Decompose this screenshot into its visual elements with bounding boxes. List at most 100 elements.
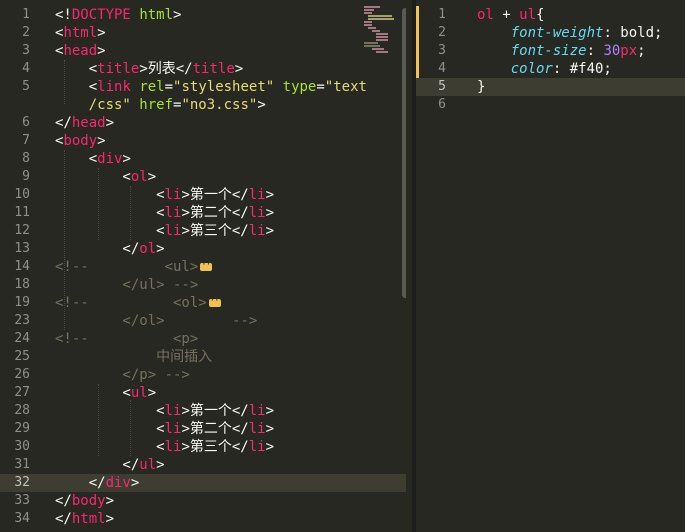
line-number: 18 bbox=[14, 277, 30, 292]
code-token: >第三个</ bbox=[181, 439, 249, 455]
code-token: </ bbox=[55, 493, 72, 509]
code-line[interactable]: <!-- <ul> bbox=[55, 256, 215, 276]
code-token: /css" bbox=[55, 97, 131, 113]
code-token: "no3.css" bbox=[181, 97, 258, 113]
code-token: < bbox=[55, 223, 165, 239]
code-line[interactable]: </ol> --> bbox=[55, 312, 257, 330]
code-line[interactable]: <body> bbox=[55, 132, 106, 150]
line-number: 6 bbox=[22, 115, 30, 130]
code-line[interactable]: </ul> --> bbox=[55, 276, 198, 294]
code-line[interactable]: <li>第一个</li> bbox=[55, 402, 274, 420]
code-line[interactable]: <li>第一个</li> bbox=[55, 186, 274, 204]
code-token: = bbox=[316, 79, 325, 95]
code-line[interactable]: <!DOCTYPE html> bbox=[55, 6, 181, 24]
left-editor-pane[interactable]: 1 2 3 4 5 6 7 8 9 10 11 12 13 14 18 19 23 24 25 26 27 28 29 30 3… bbox=[0, 0, 406, 532]
code-line[interactable]: </head> bbox=[55, 114, 114, 132]
code-token: > bbox=[265, 187, 275, 203]
code-token: } bbox=[477, 79, 486, 95]
code-token: > bbox=[234, 61, 244, 77]
code-line[interactable]: font-weight: bold; bbox=[477, 24, 663, 42]
code-line[interactable]: <li>第三个</li> bbox=[55, 438, 274, 456]
code-line[interactable]: 中间插入 bbox=[55, 348, 212, 366]
fold-ellipsis-icon[interactable] bbox=[200, 256, 215, 274]
code-line[interactable]: </div> bbox=[55, 474, 140, 492]
code-token: > bbox=[122, 151, 131, 167]
code-token: px bbox=[620, 43, 638, 59]
code-token: < bbox=[55, 205, 165, 221]
code-line[interactable]: <ol> bbox=[55, 168, 156, 186]
code-line[interactable]: <li>第三个</li> bbox=[55, 222, 274, 240]
code-line[interactable]: </ul> bbox=[55, 456, 164, 474]
code-token: <! bbox=[55, 7, 72, 23]
code-token: </ol> --> bbox=[55, 313, 258, 329]
code-line[interactable]: <title>列表</title> bbox=[55, 60, 244, 78]
code-token: < bbox=[55, 385, 131, 401]
code-token: li bbox=[248, 421, 266, 437]
line-number: 12 bbox=[14, 223, 30, 238]
code-area[interactable]: ol + ul{ font-weight: bold; font-size: 3… bbox=[477, 0, 685, 532]
code-line[interactable]: ol + ul{ bbox=[477, 6, 544, 24]
code-token: ul bbox=[130, 385, 148, 401]
code-token: < bbox=[55, 187, 165, 203]
code-line[interactable]: </body> bbox=[55, 492, 114, 510]
code-line[interactable]: </ol> bbox=[55, 240, 164, 258]
line-number: 25 bbox=[14, 349, 30, 364]
code-token: > bbox=[265, 223, 275, 239]
code-line[interactable]: font-size: 30px; bbox=[477, 42, 646, 60]
fold-ellipsis-icon[interactable] bbox=[208, 292, 223, 310]
line-number: 26 bbox=[14, 367, 30, 382]
indent-guide bbox=[130, 400, 131, 456]
indent-guide bbox=[130, 186, 131, 240]
code-token: type bbox=[282, 79, 317, 95]
code-token: div bbox=[105, 475, 131, 491]
vertical-scrollbar[interactable] bbox=[402, 8, 406, 298]
code-line[interactable]: } bbox=[477, 78, 485, 96]
code-token: font-size bbox=[477, 43, 587, 59]
line-number: 30 bbox=[14, 439, 30, 454]
code-line[interactable]: <li>第二个</li> bbox=[55, 204, 274, 222]
line-number: 1 bbox=[438, 7, 446, 22]
code-token: li bbox=[248, 187, 266, 203]
code-line[interactable]: <html> bbox=[55, 24, 106, 42]
line-number: 9 bbox=[22, 169, 30, 184]
code-token: < bbox=[55, 79, 98, 95]
code-line[interactable]: <ul> bbox=[55, 384, 156, 402]
indent-guide bbox=[64, 60, 65, 104]
code-token: li bbox=[248, 205, 266, 221]
code-token: body bbox=[71, 493, 106, 509]
code-line[interactable]: <div> bbox=[55, 150, 131, 168]
code-token: li bbox=[248, 403, 266, 419]
code-line[interactable]: <!-- <p> bbox=[55, 330, 198, 348]
code-token: </ bbox=[55, 241, 140, 257]
line-number: 29 bbox=[14, 421, 30, 436]
code-line[interactable]: <link rel="stylesheet" type="text bbox=[55, 78, 367, 96]
code-token: ; bbox=[637, 43, 646, 59]
indent-guide bbox=[98, 168, 99, 240]
code-area[interactable]: <!DOCTYPE html> <html> <head> <title>列表</t… bbox=[55, 0, 406, 532]
code-token: > bbox=[105, 115, 115, 131]
code-line[interactable]: <!-- <ol> bbox=[55, 292, 223, 312]
code-token: div bbox=[97, 151, 123, 167]
code-line[interactable]: </p> --> bbox=[55, 366, 189, 384]
code-token: <!-- <ol> bbox=[55, 295, 207, 311]
code-token: title bbox=[192, 61, 235, 77]
code-token: link bbox=[97, 79, 131, 95]
code-line[interactable]: </html> bbox=[55, 510, 114, 528]
code-token: title bbox=[97, 61, 140, 77]
code-token: = bbox=[164, 79, 174, 95]
indent-guide bbox=[64, 150, 65, 330]
line-number: 24 bbox=[14, 331, 30, 346]
code-line[interactable]: <li>第二个</li> bbox=[55, 420, 274, 438]
right-editor-pane[interactable]: 1 2 3 4 5 6 ol + ul{ font-weight: bold; font-… bbox=[416, 0, 685, 532]
code-token: : bbox=[586, 43, 604, 59]
code-token: 30 bbox=[603, 43, 621, 59]
code-token: ol bbox=[139, 241, 157, 257]
minimap[interactable] bbox=[362, 6, 398, 56]
code-token: "text bbox=[324, 79, 367, 95]
code-line[interactable]: color: #f40; bbox=[477, 60, 612, 78]
line-number: 8 bbox=[22, 151, 30, 166]
code-token: > bbox=[173, 7, 182, 23]
code-line[interactable]: /css" href="no3.css"> bbox=[55, 96, 266, 114]
code-line[interactable]: <head> bbox=[55, 42, 106, 60]
